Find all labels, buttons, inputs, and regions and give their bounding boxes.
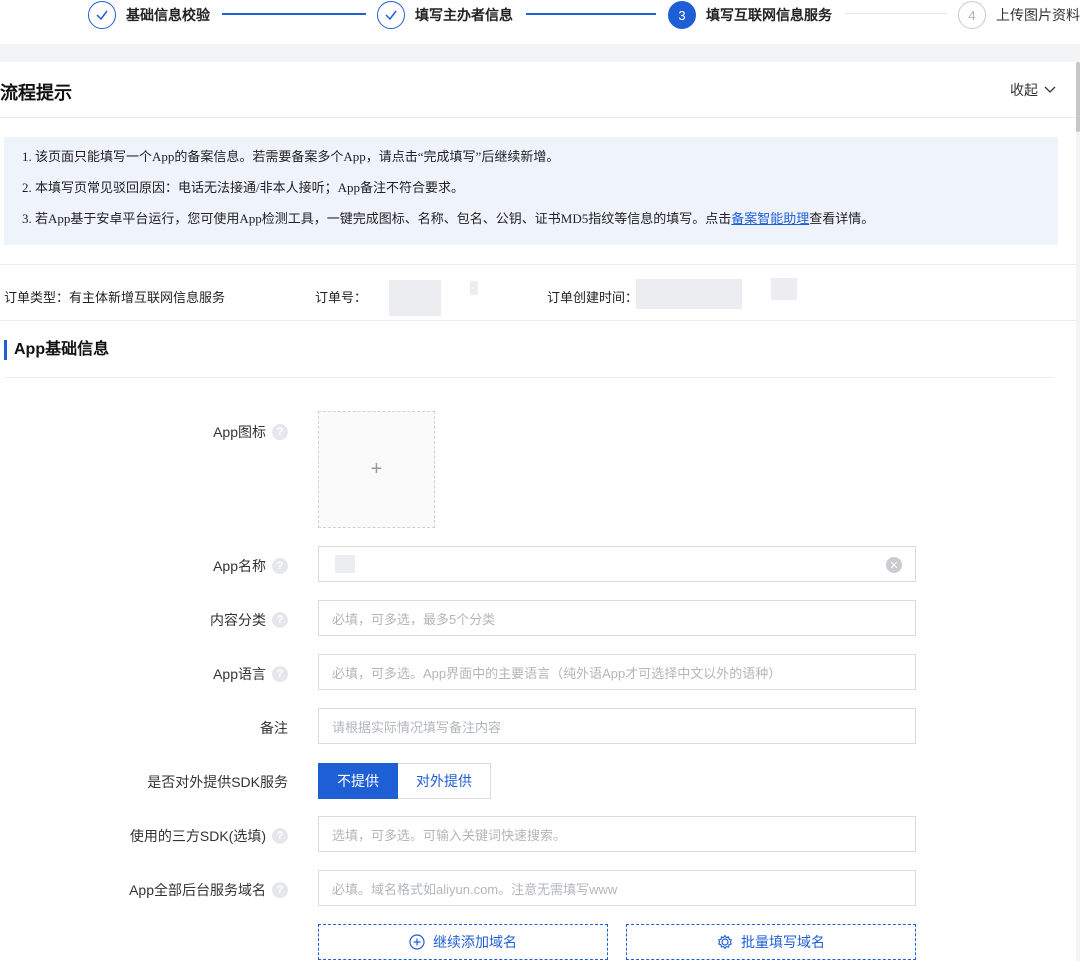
tip-text: 3. 若App基于安卓平台运行，您可使用App检测工具，一键完成图标、名称、包名…: [22, 211, 732, 226]
step-4: 4 上传图片资料: [958, 0, 1080, 30]
step-number: 4: [958, 1, 986, 29]
step-label: 基础信息校验: [126, 7, 210, 23]
redacted-block: [389, 280, 441, 316]
step-2: 填写主办者信息: [377, 0, 513, 30]
remark-label: 备注: [260, 718, 288, 738]
step-3: 3 填写互联网信息服务: [668, 0, 832, 30]
gear-icon: [717, 934, 733, 950]
help-icon[interactable]: ?: [272, 424, 288, 440]
process-header: 流程提示 收起: [0, 62, 1076, 118]
collapse-label: 收起: [1010, 82, 1038, 98]
placeholder: 请根据实际情况填写备注内容: [332, 719, 502, 735]
sdk-yes-button[interactable]: 对外提供: [398, 763, 491, 799]
page-title: 流程提示: [0, 83, 72, 103]
label-text: 备注: [260, 720, 288, 736]
tip-item: 2. 本填写页常见驳回原因：电话无法接通/非本人接听；App备注不符合要求。: [22, 180, 465, 195]
assistant-link[interactable]: 备案智能助理: [731, 211, 809, 226]
progress-steps: 基础信息校验 填写主办者信息 3 填写互联网信息服务 4 上传图片资料: [0, 0, 1080, 44]
plus-circle-icon: [409, 934, 425, 950]
step-label: 填写主办者信息: [415, 7, 513, 23]
chevron-down-icon: [1044, 86, 1056, 93]
divider: [4, 377, 1054, 378]
third-sdk-select[interactable]: 选填，可多选。可输入关键词快速搜索。: [318, 816, 916, 852]
step-connector: [845, 13, 947, 14]
tip-text: 查看详情。: [809, 211, 875, 226]
category-label: 内容分类?: [210, 610, 288, 630]
language-select[interactable]: 必填，可多选。App界面中的主要语言（纯外语App才可选择中文以外的语种）: [318, 654, 916, 690]
step-label: 填写互联网信息服务: [706, 7, 832, 23]
plus-icon: +: [370, 458, 383, 480]
app-name-label: App名称?: [213, 556, 288, 576]
order-info: 订单类型：有主体新增互联网信息服务 订单号： 订单创建时间：: [0, 264, 1076, 321]
step-connector: [222, 13, 366, 15]
order-number-label: 订单号：: [315, 290, 368, 305]
remark-input[interactable]: 请根据实际情况填写备注内容: [318, 708, 916, 744]
tips-box: 1. 该页面只能填写一个App的备案信息。若需要备案多个App，请点击“完成填写…: [4, 137, 1058, 245]
redacted-block: [771, 278, 797, 300]
add-domain-button[interactable]: 继续添加域名: [318, 924, 608, 960]
add-domain-label: 继续添加域名: [433, 934, 517, 950]
label-text: App语言: [213, 666, 266, 682]
collapse-button[interactable]: 收起: [1010, 80, 1056, 100]
main-card: 流程提示 收起 1. 该页面只能填写一个App的备案信息。若需要备案多个App，…: [0, 62, 1076, 961]
category-select[interactable]: 必填，可多选，最多5个分类: [318, 600, 916, 636]
check-icon: [377, 1, 405, 29]
sdk-service-toggle: 不提供 对外提供: [318, 763, 491, 799]
app-icon-label: App图标?: [213, 422, 288, 442]
language-label: App语言?: [213, 664, 288, 684]
order-type-label: 订单类型：: [4, 290, 70, 305]
domain-input[interactable]: 必填。域名格式如aliyun.com。注意无需填写www: [318, 870, 916, 906]
label-text: 内容分类: [210, 612, 266, 628]
section-title: App基础信息: [4, 340, 109, 360]
icon-upload[interactable]: +: [318, 411, 435, 528]
sdk-service-label: 是否对外提供SDK服务: [147, 772, 288, 792]
placeholder: 必填，可多选，最多5个分类: [332, 611, 496, 627]
order-type: 订单类型：有主体新增互联网信息服务: [4, 287, 225, 306]
tip-item: 1. 该页面只能填写一个App的备案信息。若需要备案多个App，请点击“完成填写…: [22, 149, 560, 164]
third-sdk-label: 使用的三方SDK(选填)?: [130, 826, 288, 846]
order-created-label: 订单创建时间：: [547, 290, 639, 305]
label-text: App名称: [213, 558, 266, 574]
label-text: 使用的三方SDK(选填): [129, 828, 266, 844]
help-icon[interactable]: ?: [272, 612, 288, 628]
placeholder: 必填。域名格式如aliyun.com。注意无需填写www: [332, 881, 618, 897]
app-name-input[interactable]: ✕: [318, 546, 916, 582]
tip-item: 3. 若App基于安卓平台运行，您可使用App检测工具，一键完成图标、名称、包名…: [22, 211, 1058, 227]
redacted-block: [470, 281, 478, 295]
step-1: 基础信息校验: [88, 0, 210, 30]
step-number: 3: [668, 1, 696, 29]
step-connector: [526, 13, 656, 15]
placeholder: 选填，可多选。可输入关键词快速搜索。: [332, 827, 567, 843]
sdk-no-button[interactable]: 不提供: [318, 763, 398, 799]
label-text: App图标: [213, 424, 266, 440]
help-icon[interactable]: ?: [272, 828, 288, 844]
placeholder: 必填，可多选。App界面中的主要语言（纯外语App才可选择中文以外的语种）: [332, 665, 782, 681]
batch-domain-label: 批量填写域名: [741, 934, 825, 950]
clear-icon[interactable]: ✕: [886, 557, 902, 573]
check-icon: [88, 1, 116, 29]
help-icon[interactable]: ?: [272, 666, 288, 682]
help-icon[interactable]: ?: [272, 558, 288, 574]
help-icon[interactable]: ?: [272, 882, 288, 898]
redacted-block: [636, 279, 742, 309]
scrollbar[interactable]: [1076, 62, 1080, 132]
label-text: App全部后台服务域名: [129, 882, 266, 898]
label-text: 是否对外提供SDK服务: [147, 774, 288, 790]
batch-domain-button[interactable]: 批量填写域名: [626, 924, 916, 960]
redacted-block: [335, 555, 355, 573]
order-type-value: 有主体新增互联网信息服务: [69, 290, 226, 305]
domain-label: App全部后台服务域名?: [129, 880, 288, 900]
step-label: 上传图片资料: [996, 7, 1080, 23]
